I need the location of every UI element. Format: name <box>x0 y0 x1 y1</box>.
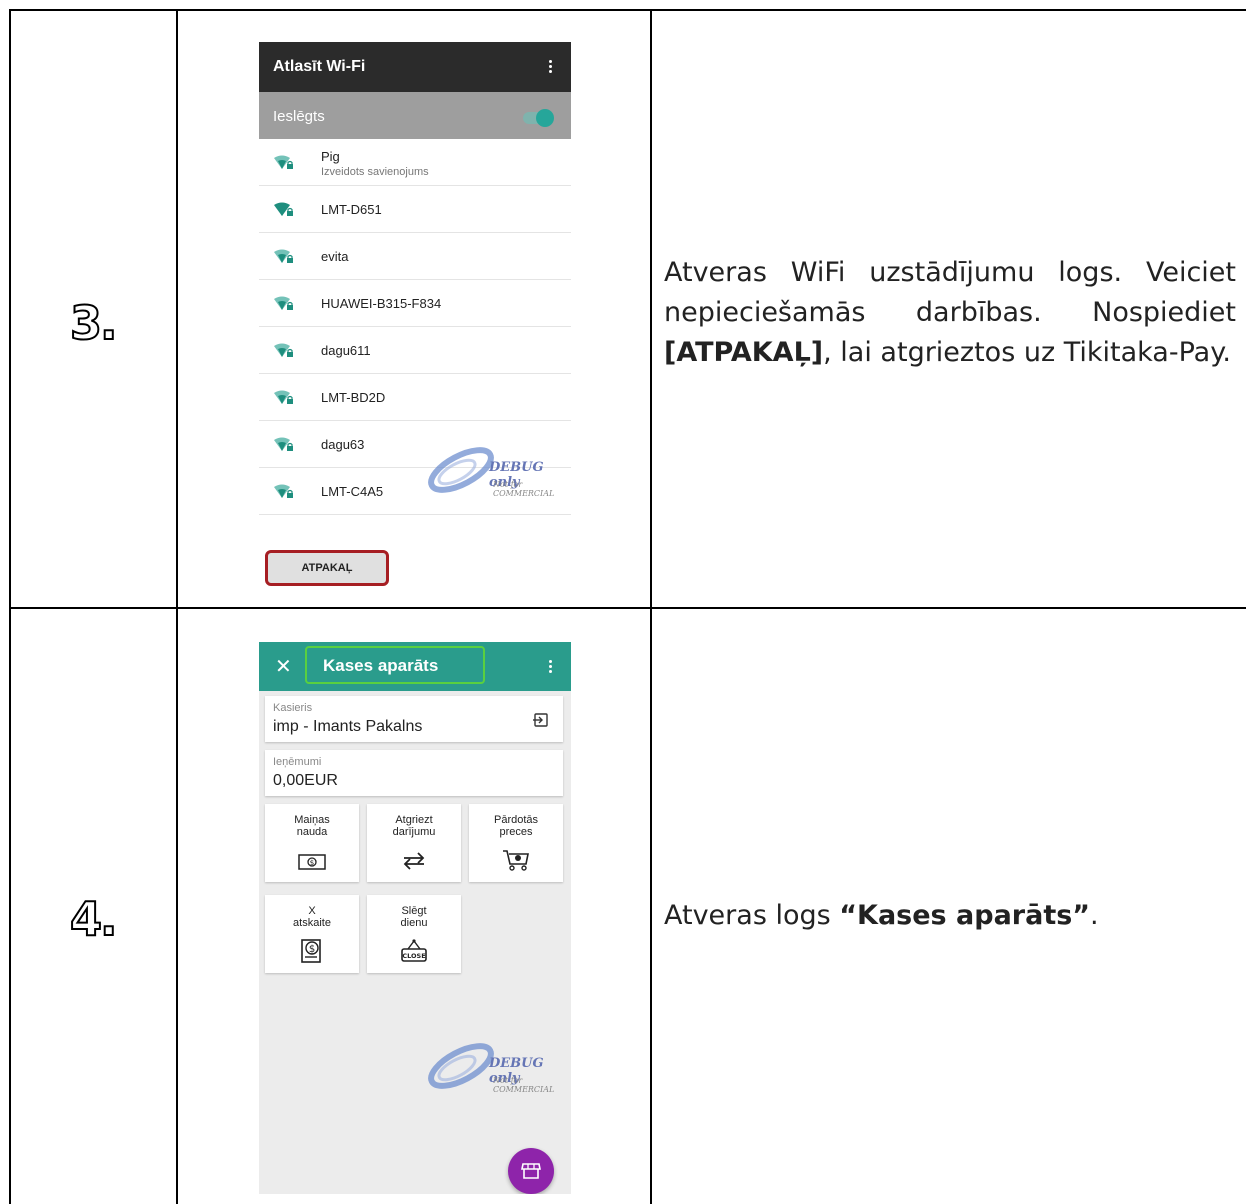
table-border-left <box>9 9 11 1204</box>
network-name: evita <box>321 249 349 264</box>
svg-text:CLOSE: CLOSE <box>402 952 425 960</box>
watermark-logo-icon <box>428 1043 494 1089</box>
tile-x-report[interactable]: X atskaite $ <box>265 895 359 973</box>
network-status: Izveidots savienojums <box>321 166 429 178</box>
close-icon[interactable]: ✕ <box>275 654 292 679</box>
tile-label: Atgriezt darījumu <box>392 814 436 838</box>
tile-change-money[interactable]: Maiņas nauda $ <box>265 804 359 882</box>
title-highlight: Kases aparāts <box>305 646 485 684</box>
app-bar: ✕ Kases aparāts <box>259 642 571 691</box>
tile-label: Pārdotās preces <box>493 814 539 838</box>
network-name: dagu611 <box>321 343 371 358</box>
more-menu-icon[interactable] <box>549 60 553 75</box>
store-icon <box>521 1163 541 1179</box>
close-sign-icon: CLOSE <box>401 939 427 962</box>
wifi-lock-icon <box>274 249 293 263</box>
table-row-divider <box>9 607 1246 609</box>
wifi-network-row[interactable]: LMT-D651 <box>259 186 571 233</box>
cashier-card[interactable]: Kasieris imp - Imants Pakalns <box>265 696 563 742</box>
step-number: 3. <box>69 295 119 351</box>
dollar-receipt-icon: $ <box>301 939 321 963</box>
watermark-logo-icon <box>428 447 494 493</box>
store-fab[interactable] <box>508 1148 554 1194</box>
step-description: Atveras WiFi uzstādījumu logs. Veiciet n… <box>664 253 1236 373</box>
wifi-lock-icon <box>274 296 293 310</box>
revenue-value: 0,00EUR <box>273 772 338 789</box>
screen-title: Kases aparāts <box>323 656 439 675</box>
wifi-network-row[interactable]: dagu611 <box>259 327 571 374</box>
tile-label: X atskaite <box>293 905 331 929</box>
revenue-label: Ieņēmumi <box>273 756 322 768</box>
kasa-body: Kasieris imp - Imants Pakalns Ieņēmumi 0… <box>259 691 571 1194</box>
wifi-lock-icon <box>274 155 293 169</box>
table-border-top <box>9 9 1246 11</box>
debug-watermark: DEBUG only Not for COMMERCIAL <box>427 442 571 498</box>
wifi-lock-icon <box>274 202 293 216</box>
table-col-divider-1 <box>176 9 178 1204</box>
debug-watermark: DEBUG only Not for COMMERCIAL <box>427 1038 571 1094</box>
tile-sold-goods[interactable]: Pārdotās preces <box>469 804 563 882</box>
description-bold: “Kases aparāts” <box>839 900 1091 931</box>
description-text: Atveras logs <box>664 900 840 931</box>
wifi-screen: Atlasīt Wi-Fi Ieslēgts Pig Izveidots savi… <box>259 42 571 598</box>
network-name: HUAWEI-B315-F834 <box>321 296 442 311</box>
banknote-icon: $ <box>298 854 326 870</box>
tile-close-day[interactable]: Slēgt dienu CLOSE <box>367 895 461 973</box>
toggle-knob[interactable] <box>536 109 554 127</box>
tile-label: Slēgt dienu <box>400 905 428 929</box>
cart-icon <box>503 850 529 871</box>
wifi-network-row[interactable]: LMT-BD2D <box>259 374 571 421</box>
cashier-value: imp - Imants Pakalns <box>273 718 423 735</box>
wifi-network-row[interactable]: evita <box>259 233 571 280</box>
wifi-network-row[interactable]: Pig Izveidots savienojums <box>259 139 571 186</box>
wifi-toggle-row[interactable]: Ieslēgts <box>259 92 571 139</box>
cashier-label: Kasieris <box>273 702 313 714</box>
return-arrows-icon <box>403 852 425 870</box>
wifi-network-row[interactable]: HUAWEI-B315-F834 <box>259 280 571 327</box>
description-text: , lai atgrieztos uz Tikitaka-Pay. <box>823 337 1231 368</box>
svg-text:$: $ <box>310 859 314 867</box>
revenue-card: Ieņēmumi 0,00EUR <box>265 750 563 796</box>
table-col-divider-2 <box>650 9 652 1204</box>
network-name: LMT-D651 <box>321 202 382 217</box>
screen-title: Atlasīt Wi-Fi <box>273 58 366 75</box>
description-text: Atveras WiFi uzstādījumu logs. Veiciet n… <box>664 257 1236 328</box>
step-number: 4. <box>69 891 119 947</box>
app-bar: Atlasīt Wi-Fi <box>259 42 571 92</box>
tile-label: Maiņas nauda <box>294 814 330 838</box>
svg-text:$: $ <box>309 944 315 955</box>
more-menu-icon[interactable] <box>549 660 553 675</box>
step-description: Atveras logs “Kases aparāts”. <box>664 896 1236 936</box>
watermark-line2: Not for COMMERCIAL <box>493 480 555 498</box>
description-text: . <box>1090 900 1099 931</box>
back-button[interactable]: ATPAKAĻ <box>265 550 389 586</box>
toggle-label: Ieslēgts <box>273 108 325 125</box>
network-name: dagu63 <box>321 437 365 452</box>
network-name: Pig <box>321 149 340 164</box>
network-name: LMT-BD2D <box>321 390 386 405</box>
wifi-lock-icon <box>274 484 293 498</box>
description-bold: [ATPAKAĻ] <box>664 337 824 368</box>
wifi-lock-icon <box>274 437 293 451</box>
watermark-line2: Not for COMMERCIAL <box>493 1076 555 1094</box>
network-name: LMT-C4A5 <box>321 484 384 499</box>
wifi-lock-icon <box>274 343 293 357</box>
wifi-lock-icon <box>274 390 293 404</box>
kasa-screen: ✕ Kases aparāts Kasieris imp - Imants Pa… <box>259 642 571 1194</box>
tile-return-transaction[interactable]: Atgriezt darījumu <box>367 804 461 882</box>
logout-icon[interactable] <box>533 712 549 728</box>
